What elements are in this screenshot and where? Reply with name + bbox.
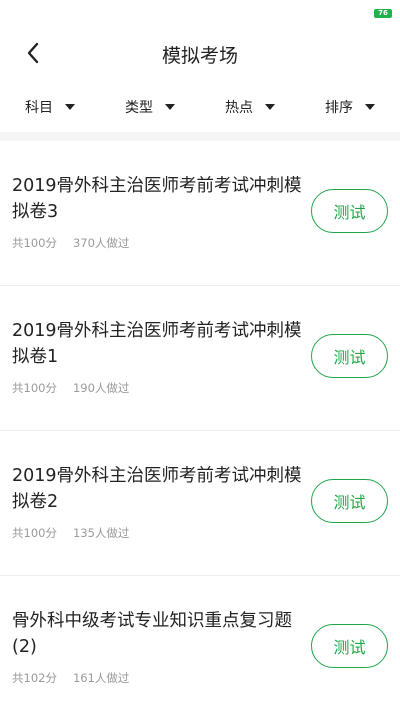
filter-label: 热点 (225, 100, 253, 116)
exam-score: 共100分 (12, 236, 57, 250)
battery-icon: 76 (374, 9, 392, 18)
status-bar: 76 (0, 0, 400, 24)
exam-meta: 共100分 190人做过 (12, 380, 129, 396)
filter-label: 类型 (125, 100, 153, 116)
exam-title: 骨外科中级考试专业知识重点复习题(2) (12, 611, 292, 657)
filter-sort[interactable]: 排序 (300, 82, 400, 132)
page-title: 模拟考场 (161, 45, 238, 67)
exam-card[interactable]: 骨外科中级考试专业知识重点复习题(2) 共102分 161人做过 测试 (0, 576, 400, 711)
caret-down-icon (165, 104, 175, 110)
caret-down-icon (65, 104, 75, 110)
exam-taken-count: 370人做过 (72, 236, 130, 250)
filter-subject[interactable]: 科目 (0, 82, 100, 132)
exam-card[interactable]: 2019骨外科主治医师考前考试冲刺模拟卷3 共100分 370人做过 测试 (0, 141, 400, 286)
exam-taken-count: 161人做过 (72, 671, 130, 685)
test-button[interactable]: 测试 (311, 479, 388, 523)
test-button[interactable]: 测试 (311, 624, 388, 668)
filter-label: 科目 (25, 100, 53, 116)
header: 模拟考场 (0, 24, 400, 82)
test-button[interactable]: 测试 (311, 334, 388, 378)
exam-list: 2019骨外科主治医师考前考试冲刺模拟卷3 共100分 370人做过 测试 20… (0, 141, 400, 711)
exam-meta: 共100分 135人做过 (12, 525, 129, 541)
exam-title: 2019骨外科主治医师考前考试冲刺模拟卷1 (12, 321, 302, 367)
caret-down-icon (265, 104, 275, 110)
filter-label: 排序 (325, 100, 353, 116)
exam-meta: 共100分 370人做过 (12, 235, 129, 251)
exam-meta: 共102分 161人做过 (12, 670, 129, 686)
exam-score: 共102分 (12, 671, 57, 685)
filter-hot[interactable]: 热点 (200, 82, 300, 132)
caret-down-icon (365, 104, 375, 110)
exam-taken-count: 190人做过 (72, 381, 130, 395)
exam-score: 共100分 (12, 381, 57, 395)
exam-score: 共100分 (12, 526, 57, 540)
exam-title: 2019骨外科主治医师考前考试冲刺模拟卷2 (12, 466, 302, 512)
filter-type[interactable]: 类型 (100, 82, 200, 132)
exam-taken-count: 135人做过 (72, 526, 130, 540)
section-divider (0, 132, 400, 141)
exam-card[interactable]: 2019骨外科主治医师考前考试冲刺模拟卷1 共100分 190人做过 测试 (0, 286, 400, 431)
exam-title: 2019骨外科主治医师考前考试冲刺模拟卷3 (12, 176, 302, 222)
filter-bar: 科目 类型 热点 排序 (0, 82, 400, 132)
exam-card[interactable]: 2019骨外科主治医师考前考试冲刺模拟卷2 共100分 135人做过 测试 (0, 431, 400, 576)
test-button[interactable]: 测试 (311, 189, 388, 233)
